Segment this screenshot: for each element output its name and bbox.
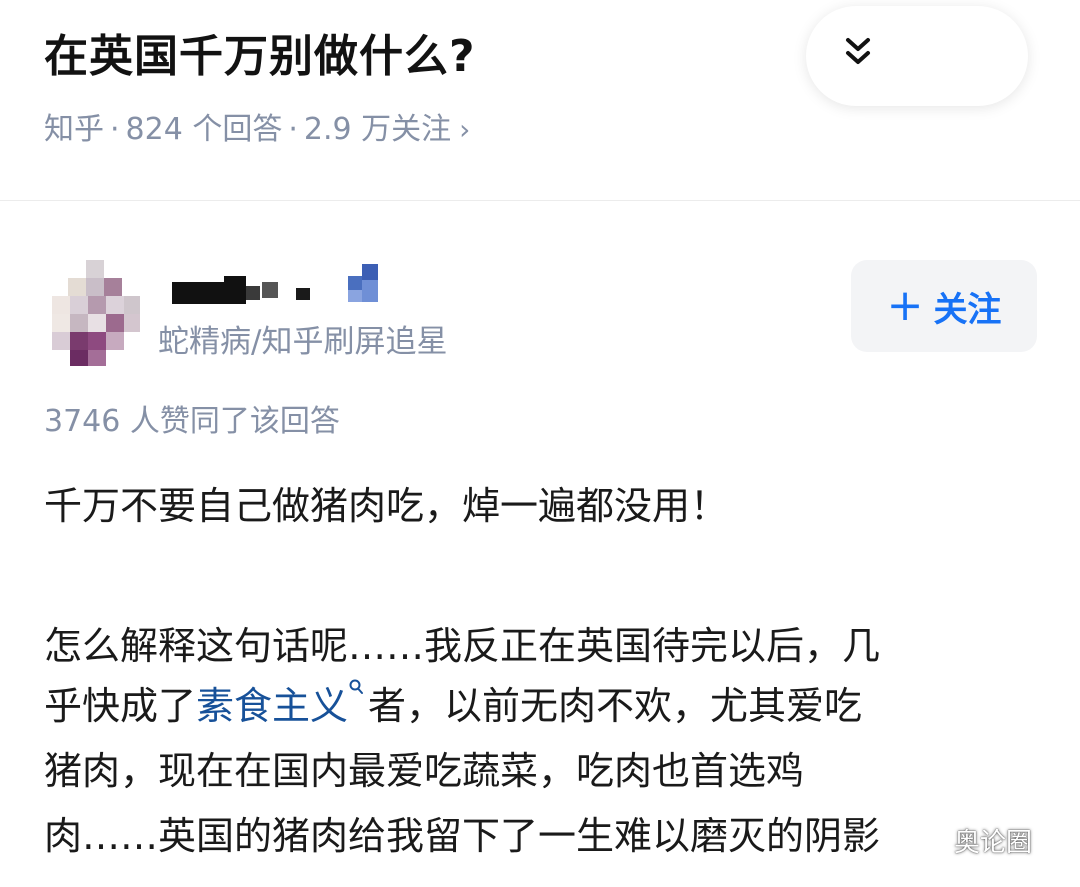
watermark-text: 奥论圈 xyxy=(954,827,1033,858)
author-row: 蛇精病/知乎刷屏追星 + 关注 xyxy=(0,250,1080,370)
meta-separator: · xyxy=(110,112,120,147)
meta-source: 知乎 xyxy=(44,112,104,147)
question-header: 在英国千万别做什么? 知乎 · 824 个回答 · 2.9 万关注 › xyxy=(0,0,1080,200)
follow-button[interactable]: + 关注 xyxy=(851,260,1037,352)
wechat-icon xyxy=(917,828,948,851)
answer-text: 乎快成了 xyxy=(44,684,197,728)
vote-count: 3746 人赞同了该回答 xyxy=(44,404,340,439)
avatar[interactable] xyxy=(52,260,140,366)
answer-text: 者，以前无肉不欢，尤其爱吃 xyxy=(368,684,863,728)
answer-line: 乎快成了素食主义 者，以前无肉不欢，尤其爱吃 xyxy=(44,675,862,730)
plus-icon: + xyxy=(886,280,924,331)
answer-line: 怎么解释这句话呢……我反正在英国待完以后，几 xyxy=(44,624,881,668)
meta-follower-count: 2.9 万关注 xyxy=(303,112,452,147)
question-meta[interactable]: 知乎 · 824 个回答 · 2.9 万关注 › xyxy=(44,104,470,148)
chevron-right-icon: › xyxy=(459,113,471,146)
meta-answer-count: 824 个回答 xyxy=(125,112,283,147)
follow-label: 关注 xyxy=(933,289,1002,330)
author-name-redacted[interactable] xyxy=(172,264,392,304)
answer-line: 肉……英国的猪肉给我留下了一生难以磨灭的阴影 xyxy=(44,814,881,858)
search-link-icon[interactable] xyxy=(348,679,364,697)
question-title[interactable]: 在英国千万别做什么? xyxy=(44,20,476,84)
watermark: 奥论圈 xyxy=(916,820,1032,860)
author-headline: 蛇精病/知乎刷屏追星 xyxy=(158,324,448,360)
collapse-button[interactable] xyxy=(806,6,1028,106)
double-chevron-down-icon xyxy=(846,38,870,64)
answer-line: 千万不要自己做猪肉吃，焯一遍都没用！ xyxy=(44,484,729,528)
answer-line: 猪肉，现在在国内最爱吃蔬菜，吃肉也首选鸡 xyxy=(44,749,805,793)
search-keyword-link[interactable]: 素食主义 xyxy=(196,684,348,728)
section-divider xyxy=(0,200,1080,201)
meta-separator: · xyxy=(288,112,298,147)
